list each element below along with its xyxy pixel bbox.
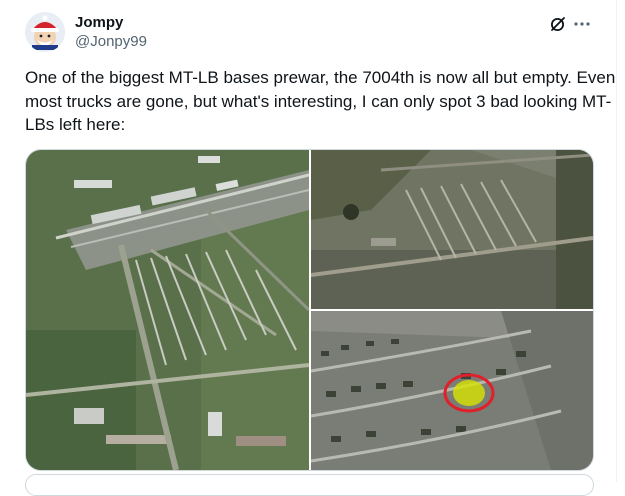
grok-slash-circle-icon[interactable] xyxy=(548,14,568,34)
avatar[interactable] xyxy=(25,12,65,52)
satellite-image xyxy=(311,150,593,309)
avatar-image xyxy=(25,12,65,52)
satellite-photo-north[interactable] xyxy=(311,150,593,309)
next-card-edge xyxy=(25,474,594,496)
satellite-image xyxy=(26,150,309,470)
media-grid xyxy=(25,149,594,471)
author-handle[interactable]: @Jonpy99 xyxy=(75,33,147,51)
satellite-photo-overview[interactable] xyxy=(26,150,309,470)
post-text: One of the biggest MT-LB bases prewar, t… xyxy=(25,68,616,134)
author-name[interactable]: Jompy xyxy=(75,14,123,32)
satellite-image xyxy=(311,311,593,470)
more-dots-icon[interactable] xyxy=(572,14,592,34)
satellite-photo-closeup[interactable] xyxy=(311,311,593,470)
